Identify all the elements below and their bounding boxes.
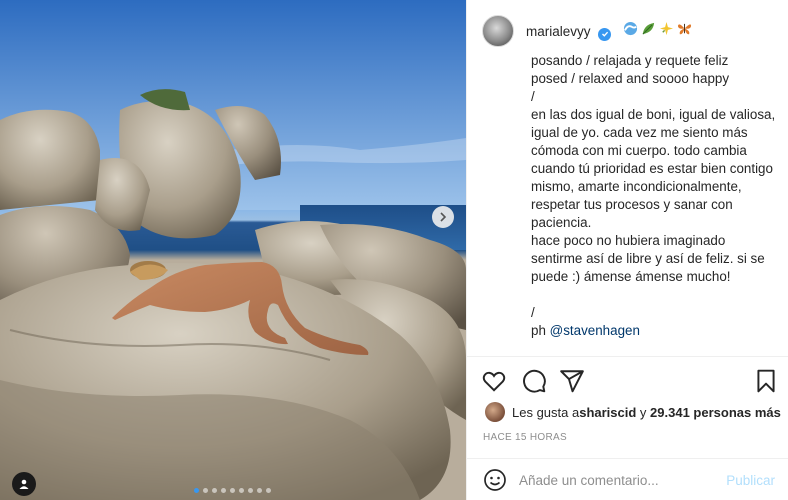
carousel-dot	[239, 488, 244, 493]
carousel-dot	[203, 488, 208, 493]
comment-input[interactable]	[519, 472, 699, 488]
leaf-emoji-icon	[642, 23, 655, 35]
chevron-right-icon	[440, 212, 447, 222]
avatar[interactable]	[485, 402, 505, 422]
likes-count-link[interactable]: 29.341 personas más	[650, 405, 781, 420]
caption-line: hace poco no hubiera imaginado sentirme …	[531, 233, 769, 284]
likes-joiner: y	[636, 404, 651, 420]
post-sidebar: marialevyy posando / relajada y requete …	[466, 0, 788, 500]
carousel-indicator	[194, 488, 271, 493]
caption-line: en las dos igual de boni, igual de valio…	[531, 107, 779, 230]
divider	[467, 458, 788, 459]
likes-summary: Les gusta a shariscid y 29.341 personas …	[485, 402, 781, 422]
carousel-next-button[interactable]	[432, 206, 454, 228]
divider	[467, 356, 788, 357]
publish-button[interactable]: Publicar	[726, 473, 775, 488]
verified-badge-icon	[598, 27, 612, 41]
post-caption: posando / relajada y requete feliz posed…	[531, 52, 777, 340]
liker-username-link[interactable]: shariscid	[579, 405, 636, 420]
action-bar	[467, 364, 788, 396]
sparkle-emoji-icon	[659, 22, 674, 36]
carousel-dot	[266, 488, 271, 493]
share-icon[interactable]	[559, 368, 585, 394]
carousel-dot	[257, 488, 262, 493]
butterfly-emoji-icon	[677, 24, 692, 35]
wave-emoji-icon	[623, 22, 638, 36]
caption-line: /	[531, 89, 535, 104]
username-emojis	[623, 21, 692, 36]
likes-prefix: Les gusta a	[512, 404, 580, 420]
caption-line: posando / relajada y requete feliz	[531, 53, 729, 68]
caption-line: /	[531, 305, 535, 320]
caption-line	[531, 286, 777, 304]
comment-icon[interactable]	[521, 368, 547, 394]
beach-rocks-photo	[0, 0, 466, 500]
carousel-dot	[230, 488, 235, 493]
post-photo[interactable]	[0, 0, 466, 500]
carousel-dot	[248, 488, 253, 493]
user-icon	[19, 479, 29, 489]
username-text[interactable]: marialevyy	[526, 24, 591, 39]
comment-composer: Publicar	[467, 460, 788, 500]
carousel-dot	[212, 488, 217, 493]
caption-line: posed / relaxed and soooo happy	[531, 71, 730, 86]
emoji-picker-icon[interactable]	[483, 468, 507, 492]
carousel-dot	[221, 488, 226, 493]
username-link[interactable]: marialevyy	[526, 21, 692, 41]
heart-icon[interactable]	[481, 368, 507, 394]
credit-prefix: ph	[531, 323, 550, 338]
tagged-users-button[interactable]	[12, 472, 36, 496]
photo-credit: ph @stavenhagen	[531, 322, 777, 340]
avatar[interactable]	[482, 15, 514, 47]
mention-link[interactable]: @stavenhagen	[550, 323, 640, 338]
bookmark-icon[interactable]	[753, 368, 779, 394]
post-timestamp[interactable]: Hace 15 horas	[483, 432, 567, 443]
carousel-dot	[194, 488, 199, 493]
